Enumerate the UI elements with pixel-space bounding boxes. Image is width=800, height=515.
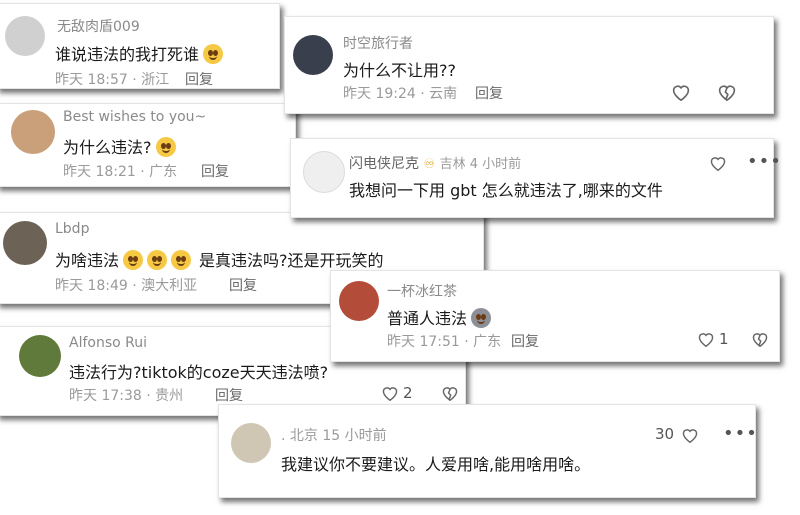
broken-heart-icon[interactable] xyxy=(441,385,459,405)
more-dots-icon[interactable]: ••• xyxy=(747,151,782,172)
reply-button[interactable]: 回复 xyxy=(215,385,243,405)
avatar[interactable] xyxy=(303,151,345,193)
comment-text-tail: 是真违法吗?还是开玩笑的 xyxy=(199,251,384,270)
avatar[interactable] xyxy=(19,335,61,377)
cat-emoji-icon xyxy=(471,308,492,328)
username[interactable]: 无敌肉盾009 xyxy=(57,16,140,36)
username[interactable]: Lbdp xyxy=(55,221,89,237)
comment-card-2: Best wishes to you~ 为什么违法? 昨天 18:21 · 广东… xyxy=(0,103,296,187)
timestamp-location: 昨天 17:38 · 贵州 xyxy=(69,388,184,404)
comment-card-6: 闪电侠尼克 ♾ 吉林 4 小时前 我想问一下用 gbt 怎么就违法了,哪来的文件… xyxy=(290,138,781,218)
username-text: 闪电侠尼克 xyxy=(349,156,419,172)
heart-outline-icon[interactable] xyxy=(381,385,399,405)
username[interactable]: 闪电侠尼克 ♾ 吉林 4 小时前 xyxy=(349,153,521,173)
heart-outline-icon[interactable] xyxy=(697,331,715,351)
timestamp-location: 昨天 18:49 · 澳大利亚 xyxy=(55,278,198,294)
flushed-emoji-icon xyxy=(155,137,176,157)
avatar[interactable] xyxy=(231,423,271,463)
username[interactable]: Best wishes to you~ xyxy=(63,109,206,125)
location-time: 吉林 4 小时前 xyxy=(439,157,522,172)
comment-text: 普通人违法 xyxy=(387,305,492,329)
comment-card-7: 一杯冰红茶 普通人违法 昨天 17:51 · 广东 回复 1 xyxy=(330,270,780,362)
avatar[interactable] xyxy=(293,35,333,75)
comment-text: 我建议你不要建议。人爱用啥,能用啥用啥。 xyxy=(281,455,591,474)
like-count: 1 xyxy=(719,330,729,348)
avatar[interactable] xyxy=(3,221,47,265)
reply-button[interactable]: 回复 xyxy=(229,275,257,295)
like-count: 2 xyxy=(403,384,413,402)
vip-badge-icon: ♾ xyxy=(423,157,436,172)
timestamp-location: 昨天 17:51 · 广东 xyxy=(387,334,502,350)
comment-text-body: 谁说违法的我打死谁 xyxy=(55,45,200,64)
comment-text: 违法行为?tiktok的coze天天违法喷? xyxy=(69,363,329,382)
reply-button[interactable]: 回复 xyxy=(511,331,539,351)
reply-button[interactable]: 回复 xyxy=(475,83,503,103)
comment-text-body: 普通人违法 xyxy=(387,309,468,328)
heart-outline-icon[interactable] xyxy=(709,155,727,175)
comment-card-8: . 北京 15 小时前 我建议你不要建议。人爱用啥,能用啥用啥。 30 ••• xyxy=(218,404,758,498)
username-location-time[interactable]: . 北京 15 小时前 xyxy=(281,425,387,445)
comment-text: 谁说违法的我打死谁 xyxy=(55,41,224,65)
comment-text: 为啥违法 是真违法吗?还是开玩笑的 xyxy=(55,247,384,271)
comment-text: 为什么不让用?? xyxy=(343,61,456,80)
like-count: 30 xyxy=(655,425,675,443)
comment-text-body: 为什么违法? xyxy=(63,138,152,157)
timestamp-location: 昨天 18:21 · 广东 xyxy=(63,164,178,180)
avatar[interactable] xyxy=(11,110,55,154)
comment-card-5: 时空旅行者 为什么不让用?? 昨天 19:24 · 云南 回复 xyxy=(284,16,774,114)
flushed-emoji-icon xyxy=(147,250,168,270)
broken-heart-icon[interactable] xyxy=(751,331,769,351)
username[interactable]: 一杯冰红茶 xyxy=(387,281,457,301)
timestamp-location: 昨天 18:57 · 浙江 xyxy=(55,72,170,88)
avatar[interactable] xyxy=(5,16,45,56)
heart-outline-icon[interactable] xyxy=(671,83,691,105)
username[interactable]: 时空旅行者 xyxy=(343,33,413,53)
comment-text: 为什么违法? xyxy=(63,134,176,158)
laughing-emoji-icon xyxy=(123,250,144,270)
reply-button[interactable]: 回复 xyxy=(201,161,229,181)
more-dots-icon[interactable]: ••• xyxy=(723,423,758,444)
avatar[interactable] xyxy=(339,281,379,321)
reply-button[interactable]: 回复 xyxy=(185,69,213,89)
comment-text-body: 为啥违法 xyxy=(55,251,120,270)
thinking-emoji-icon xyxy=(203,44,224,64)
timestamp-location: 昨天 19:24 · 云南 xyxy=(343,86,458,102)
comment-card-1: 无敌肉盾009 谁说违法的我打死谁 昨天 18:57 · 浙江 回复 xyxy=(0,3,280,89)
comment-text: 我想问一下用 gbt 怎么就违法了,哪来的文件 xyxy=(349,181,663,200)
flushed-emoji-icon xyxy=(171,250,192,270)
username[interactable]: Alfonso Rui xyxy=(69,335,147,351)
heart-outline-icon[interactable] xyxy=(681,427,699,447)
broken-heart-icon[interactable] xyxy=(717,83,737,105)
